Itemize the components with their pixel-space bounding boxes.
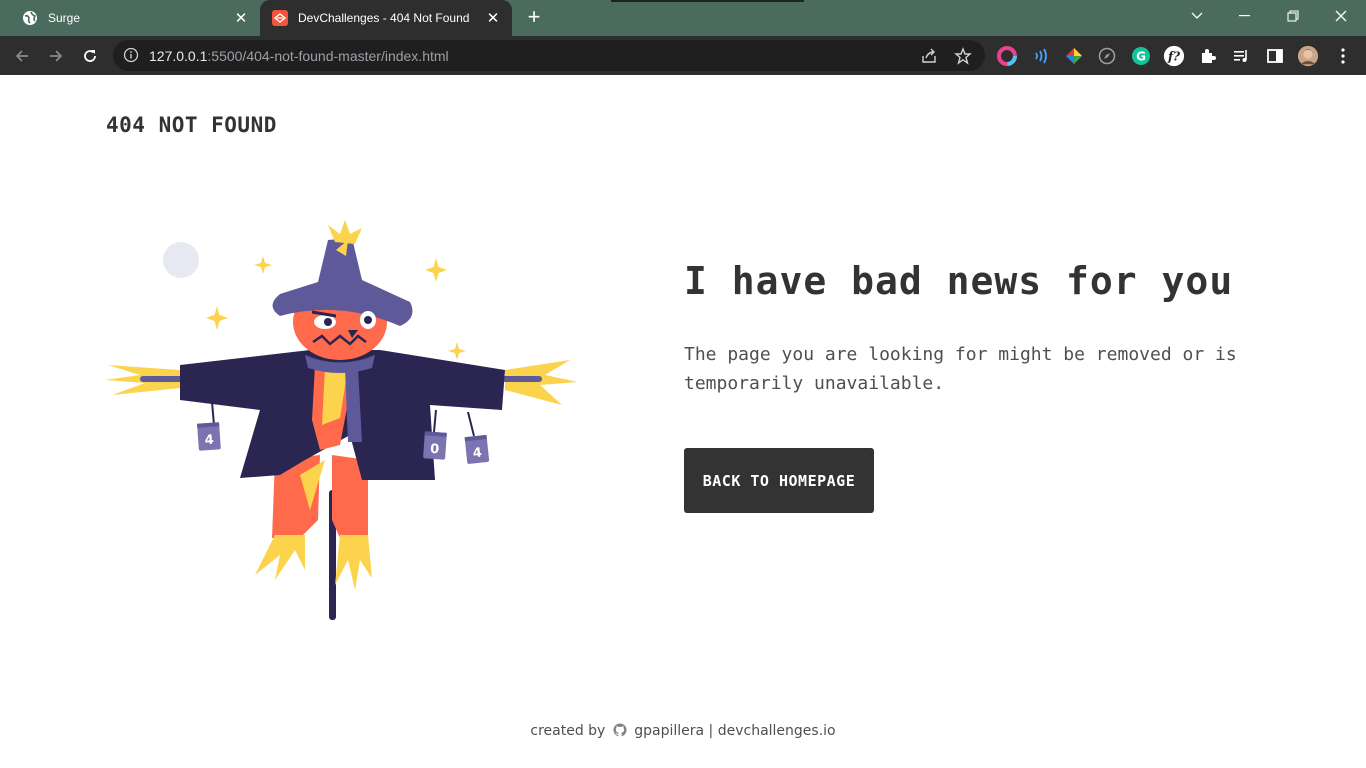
profile-avatar[interactable] xyxy=(1297,45,1319,67)
moon-circle xyxy=(163,242,199,278)
can-two: 0 xyxy=(423,431,447,460)
tab-devchallenges[interactable]: DevChallenges - 404 Not Found ✕ xyxy=(260,0,512,36)
footer-separator: | xyxy=(708,723,714,739)
footer-prefix: created by xyxy=(530,723,606,739)
wave-extension-icon[interactable] xyxy=(1030,45,1052,67)
straw-left-foot xyxy=(255,535,305,580)
side-panel-icon[interactable] xyxy=(1264,45,1286,67)
close-icon[interactable]: ✕ xyxy=(230,7,252,29)
page-footer: created by gpapillera | devchallenges.io xyxy=(0,723,1366,741)
restore-button[interactable] xyxy=(1270,0,1316,32)
minimize-button[interactable] xyxy=(1222,0,1268,32)
github-icon xyxy=(613,723,627,741)
share-icon[interactable] xyxy=(919,46,939,66)
url-text: 127.0.0.1:5500/404-not-found-master/inde… xyxy=(149,48,449,64)
tab-strip-indicator xyxy=(611,0,804,2)
reload-button[interactable] xyxy=(78,44,102,68)
can-label: 4 xyxy=(472,446,483,462)
tab-title: Surge xyxy=(48,11,81,25)
globe-icon xyxy=(22,10,38,26)
browser-toolbar: 127.0.0.1:5500/404-not-found-master/inde… xyxy=(0,36,1366,75)
site-info-icon[interactable] xyxy=(123,47,139,68)
tab-bar: Surge ✕ DevChallenges - 404 Not Found ✕ … xyxy=(0,0,1366,36)
can-three: 4 xyxy=(464,434,490,464)
new-tab-button[interactable]: + xyxy=(522,6,546,30)
url-host: 127.0.0.1 xyxy=(149,48,208,64)
can-label: 4 xyxy=(204,433,214,449)
grammarly-icon[interactable]: G xyxy=(1130,45,1152,67)
extensions-puzzle-icon[interactable] xyxy=(1197,45,1219,67)
can-one: 4 xyxy=(197,422,221,451)
reading-list-icon[interactable] xyxy=(1230,45,1252,67)
page-content: 404 NOT FOUND 4 0 4 I have bad news for … xyxy=(0,75,1366,768)
address-bar[interactable]: 127.0.0.1:5500/404-not-found-master/inde… xyxy=(113,40,985,71)
close-icon[interactable]: ✕ xyxy=(482,7,504,29)
svg-text:G: G xyxy=(1136,50,1146,64)
page-headline: I have bad news for you xyxy=(684,259,1234,303)
close-window-button[interactable] xyxy=(1318,0,1364,32)
font-finder-icon[interactable]: f? xyxy=(1163,45,1185,67)
straw-right xyxy=(505,360,578,405)
page-brand: 404 NOT FOUND xyxy=(106,113,277,137)
page-description: The page you are looking for might be re… xyxy=(684,344,1237,394)
site-link[interactable]: devchallenges.io xyxy=(718,723,836,739)
back-button[interactable] xyxy=(10,44,34,68)
svg-text:f?: f? xyxy=(1167,50,1181,64)
compass-extension-icon[interactable] xyxy=(1096,45,1118,67)
can-label: 0 xyxy=(430,442,440,458)
scarecrow-illustration: 4 0 4 xyxy=(105,220,578,620)
colorpick-extension-icon[interactable] xyxy=(1063,45,1085,67)
devchallenges-icon xyxy=(272,10,288,26)
url-path: :5500/404-not-found-master/index.html xyxy=(207,48,449,64)
color-ring-extension-icon[interactable] xyxy=(996,45,1018,67)
menu-kebab-icon[interactable] xyxy=(1332,45,1354,67)
tab-surge[interactable]: Surge ✕ xyxy=(8,0,260,36)
bookmark-star-icon[interactable] xyxy=(953,46,973,66)
author-link[interactable]: gpapillera xyxy=(634,723,704,739)
tab-title: DevChallenges - 404 Not Found xyxy=(298,11,470,25)
forward-button[interactable] xyxy=(44,44,68,68)
straw-right-foot xyxy=(335,535,372,590)
back-to-homepage-button[interactable]: BACK TO HOMEPAGE xyxy=(684,448,874,513)
tab-search-icon[interactable] xyxy=(1174,0,1220,32)
